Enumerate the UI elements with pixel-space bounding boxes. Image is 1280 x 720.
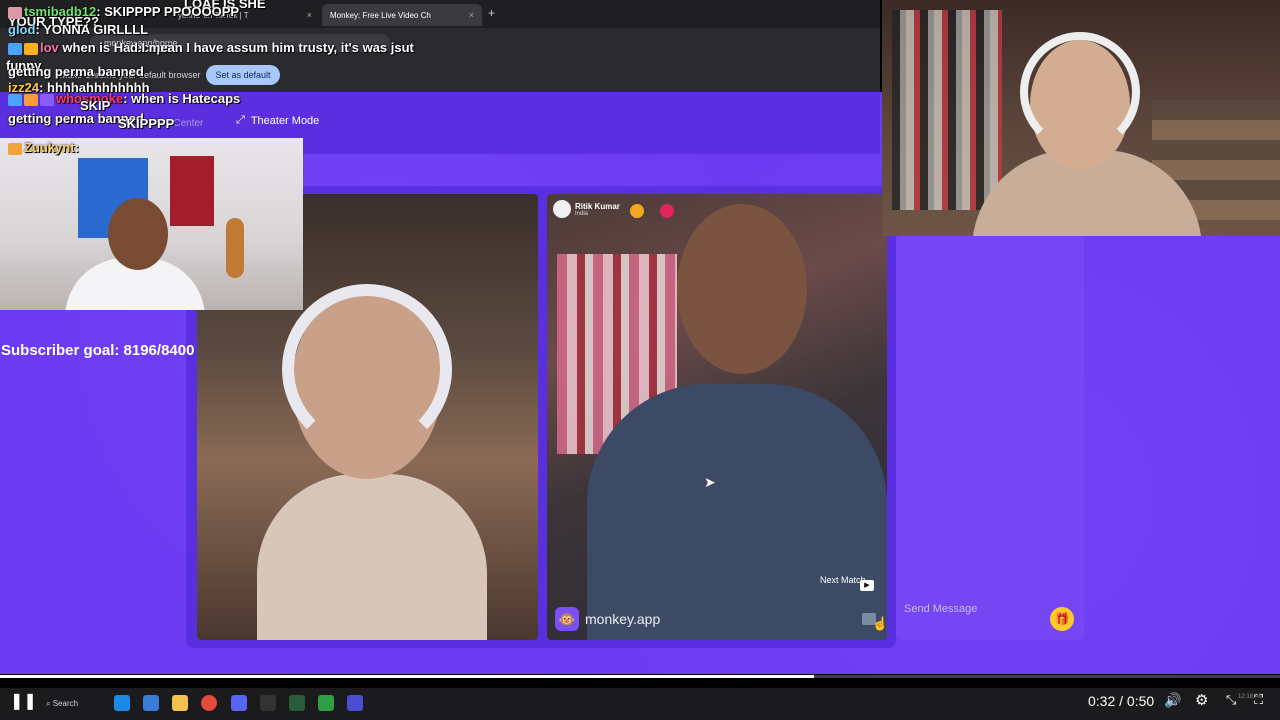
chat-text: when is Hatecaps: [131, 91, 241, 106]
next-match-icon[interactable]: ▶: [860, 580, 874, 591]
chat-text: YONNA GIRLLLL: [43, 22, 149, 37]
headphones-icon: [1020, 32, 1140, 152]
miniplayer-icon[interactable]: ⤡: [1226, 692, 1236, 708]
chat-username: glod: [8, 22, 36, 37]
store-icon[interactable]: [143, 695, 159, 711]
headphones-icon: [282, 284, 452, 454]
chrome-icon[interactable]: [201, 695, 217, 711]
new-tab-button[interactable]: +: [488, 6, 495, 20]
chat-username: lov: [40, 40, 59, 55]
chat-message: tsmibadb12: SKIPPPP PPOOOOPP: [8, 4, 239, 19]
search-icon: ⌕: [46, 699, 51, 708]
volume-icon[interactable]: 🔊: [1164, 692, 1181, 709]
mouse-cursor-icon: ➤: [704, 474, 716, 490]
app-icon[interactable]: [347, 695, 363, 711]
excel-icon[interactable]: [318, 695, 334, 711]
match-name: Ritik Kumar: [575, 201, 620, 211]
taskbar-search[interactable]: ⌕ Search: [46, 694, 106, 714]
person-body: [587, 384, 887, 640]
pause-button[interactable]: ❚❚: [10, 692, 37, 712]
match-profile-pill[interactable]: Ritik Kumar India: [553, 200, 620, 218]
chat-text: SKIPPPP PPOOOOPP: [104, 4, 240, 19]
guest-webcam: [882, 0, 1280, 236]
text-chat-panel: [896, 236, 1084, 640]
rose-badge-icon[interactable]: [660, 204, 674, 218]
chat-message: Zuukynt:: [8, 140, 79, 155]
video-progress-fill[interactable]: [0, 675, 814, 678]
discord-icon[interactable]: [231, 695, 247, 711]
wall-poster: [170, 156, 214, 226]
subscriber-goal: Subscriber goal: 8196/8400: [1, 342, 195, 359]
gear-icon[interactable]: ⚙: [1195, 691, 1208, 709]
video-time-display: 0:32 / 0:50: [1088, 693, 1155, 709]
obs-icon[interactable]: [260, 695, 276, 711]
folder-icon[interactable]: [172, 695, 188, 711]
chat-username: Zuukynt: [24, 140, 75, 155]
send-message-input[interactable]: Send Message: [904, 603, 977, 615]
chat-username: tsmibadb12: [24, 4, 97, 19]
chat-message: whosmoke: when is Hatecaps: [8, 91, 240, 106]
avatar: [553, 200, 571, 218]
person-head: [108, 198, 168, 270]
terminal-icon[interactable]: [289, 695, 305, 711]
person-body: [257, 474, 487, 640]
taskbar-search-label: Search: [52, 699, 79, 708]
stranger-camera-feed: [547, 194, 887, 640]
clothes-rack: [892, 10, 1002, 210]
streamer-webcam: [0, 138, 303, 310]
gift-button[interactable]: 🎁: [1050, 607, 1074, 631]
monkey-logo-text: monkey.app: [585, 611, 661, 627]
chat-message: getting perma banned: [8, 64, 144, 79]
edge-icon[interactable]: [114, 695, 130, 711]
chat-message: SKIPPPP: [118, 116, 175, 131]
chat-message: d I mean I have assum him trusty, it's w…: [130, 40, 414, 55]
stream-chat-overlay: LOAF IS SHE YOUR TYPE?? tsmibadb12: SKIP…: [0, 0, 470, 160]
chat-message: glod: YONNA GIRLLLL: [8, 22, 149, 37]
next-match-label[interactable]: Next Match: [820, 575, 866, 585]
person-head: [677, 204, 807, 374]
fullscreen-icon[interactable]: ⛶: [1254, 692, 1263, 708]
heart-badge-icon[interactable]: [630, 204, 644, 218]
hand-cursor-icon: ☝: [872, 616, 889, 631]
match-country: India: [575, 210, 589, 217]
monkey-watermark: 🐵 monkey.app: [555, 607, 660, 631]
monkey-logo-icon: 🐵: [555, 607, 579, 631]
guitar: [226, 218, 244, 278]
